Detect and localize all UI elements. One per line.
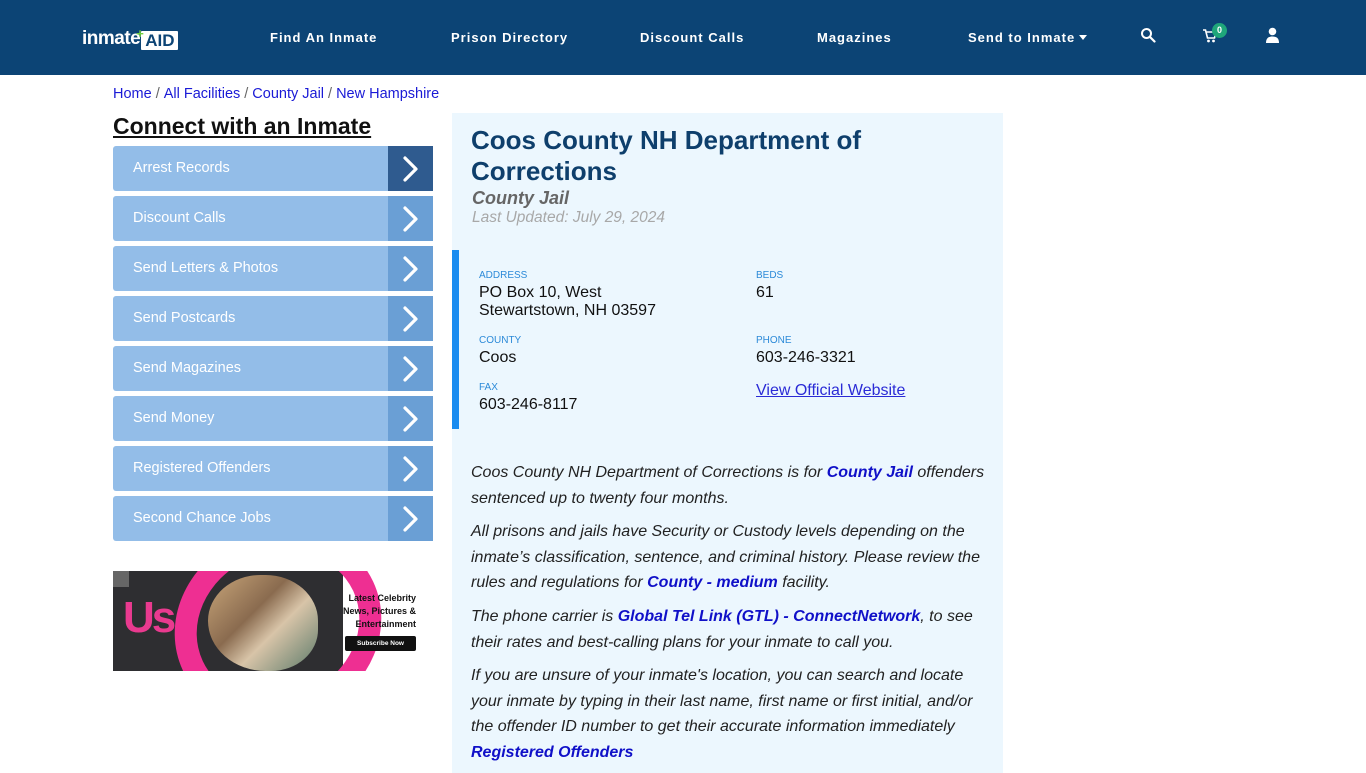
description-paragraph: The phone carrier is Global Tel Link (GT… xyxy=(471,608,973,651)
ad-tagline: Latest Celebrity News, Pictures & Entert… xyxy=(342,593,416,629)
ad-corner-square xyxy=(113,571,129,587)
sidebar-item-label: Send Magazines xyxy=(113,346,388,391)
county-jail-link[interactable]: County Jail xyxy=(827,464,913,481)
sidebar-item-label: Arrest Records xyxy=(113,146,388,191)
chevron-right-icon xyxy=(388,146,433,191)
top-navbar: inmate + AID Find An Inmate Prison Direct… xyxy=(0,0,1366,75)
address-value: PO Box 10, West Stewartstown, NH 03597 xyxy=(479,284,656,319)
sidebar-item-registered-offenders[interactable]: Registered Offenders xyxy=(113,446,433,491)
breadcrumb-separator: / xyxy=(244,86,249,102)
address-label: Address xyxy=(479,270,528,281)
chevron-right-icon xyxy=(388,196,433,241)
breadcrumb-separator: / xyxy=(328,86,333,102)
registered-offenders-link[interactable]: Registered Offenders xyxy=(471,744,633,761)
ad-us-logo: Us xyxy=(123,593,176,642)
sidebar-item-label: Second Chance Jobs xyxy=(113,496,388,541)
search-icon[interactable] xyxy=(1140,27,1158,45)
sidebar-item-label: Send Money xyxy=(113,396,388,441)
user-icon[interactable] xyxy=(1265,27,1283,45)
us-weekly-ad-banner[interactable]: Us Latest Celebrity News, Pictures & Ent… xyxy=(113,571,416,671)
nav-discount-calls[interactable]: Discount Calls xyxy=(640,30,744,45)
phone-value: 603-246-3321 xyxy=(756,349,856,366)
sidebar-item-second-chance-jobs[interactable]: Second Chance Jobs xyxy=(113,496,433,541)
last-updated: Last Updated: July 29, 2024 xyxy=(472,209,666,226)
breadcrumb-new-hampshire[interactable]: New Hampshire xyxy=(336,86,439,102)
breadcrumb: Home / All Facilities / County Jail / New Hamp… xyxy=(113,86,439,102)
nav-magazines[interactable]: Magazines xyxy=(817,30,892,45)
breadcrumb-home[interactable]: Home xyxy=(113,86,152,102)
description-paragraph: If you are unsure of your inmate's locat… xyxy=(471,667,973,761)
connect-with-inmate-heading: Connect with an Inmate xyxy=(113,113,372,139)
beds-label: Beds xyxy=(756,270,784,281)
beds-value: 61 xyxy=(756,284,774,301)
phone-label: Phone xyxy=(756,335,792,346)
chevron-right-icon xyxy=(388,346,433,391)
chevron-right-icon xyxy=(388,496,433,541)
nav-prison-directory[interactable]: Prison Directory xyxy=(451,30,568,45)
sidebar-item-label: Send Letters & Photos xyxy=(113,246,388,291)
caret-down-icon xyxy=(1079,35,1088,40)
fax-label: Fax xyxy=(479,382,498,393)
cart-count-badge: 0 xyxy=(1212,23,1227,38)
plus-icon: + xyxy=(136,26,144,41)
county-label: County xyxy=(479,335,522,346)
sidebar-item-send-magazines[interactable]: Send Magazines xyxy=(113,346,433,391)
logo-text: inmate xyxy=(82,28,141,49)
chevron-right-icon xyxy=(388,296,433,341)
facility-type: County Jail xyxy=(472,188,570,208)
breadcrumb-county-jail[interactable]: County Jail xyxy=(252,86,324,102)
sidebar-service-list: Arrest Records Discount Calls Send Lette… xyxy=(113,146,433,546)
sidebar-item-discount-calls[interactable]: Discount Calls xyxy=(113,196,433,241)
ad-subscribe-button[interactable]: Subscribe Now xyxy=(345,636,416,651)
sidebar-item-send-money[interactable]: Send Money xyxy=(113,396,433,441)
description-paragraph: All prisons and jails have Security or C… xyxy=(471,523,980,591)
description-paragraph: Coos County NH Department of Corrections… xyxy=(471,464,985,507)
facility-title: Coos County NH Department of Corrections xyxy=(471,125,861,186)
county-value: Coos xyxy=(479,349,517,366)
view-official-website-link[interactable]: View Official Website xyxy=(756,382,905,400)
sidebar-item-label: Registered Offenders xyxy=(113,446,388,491)
breadcrumb-all-facilities[interactable]: All Facilities xyxy=(164,86,241,102)
sidebar-item-label: Discount Calls xyxy=(113,196,388,241)
fax-value: 603-246-8117 xyxy=(479,396,578,413)
inmateaid-logo[interactable]: inmate + AID xyxy=(82,26,178,50)
sidebar-item-arrest-records[interactable]: Arrest Records xyxy=(113,146,433,191)
sidebar-item-send-postcards[interactable]: Send Postcards xyxy=(113,296,433,341)
logo-aid: + AID xyxy=(136,26,178,50)
ad-celebrity-photo xyxy=(208,575,318,671)
chevron-right-icon xyxy=(388,246,433,291)
nav-find-an-inmate[interactable]: Find An Inmate xyxy=(270,30,377,45)
breadcrumb-separator: / xyxy=(155,86,160,102)
gtl-connectnetwork-link[interactable]: Global Tel Link (GTL) - ConnectNetwork xyxy=(618,608,921,625)
chevron-right-icon xyxy=(388,396,433,441)
sidebar-item-label: Send Postcards xyxy=(113,296,388,341)
sidebar-item-send-letters-photos[interactable]: Send Letters & Photos xyxy=(113,246,433,291)
county-medium-link[interactable]: County - medium xyxy=(647,574,778,591)
chevron-right-icon xyxy=(388,446,433,491)
nav-send-to-inmate[interactable]: Send to Inmate xyxy=(968,30,1088,45)
